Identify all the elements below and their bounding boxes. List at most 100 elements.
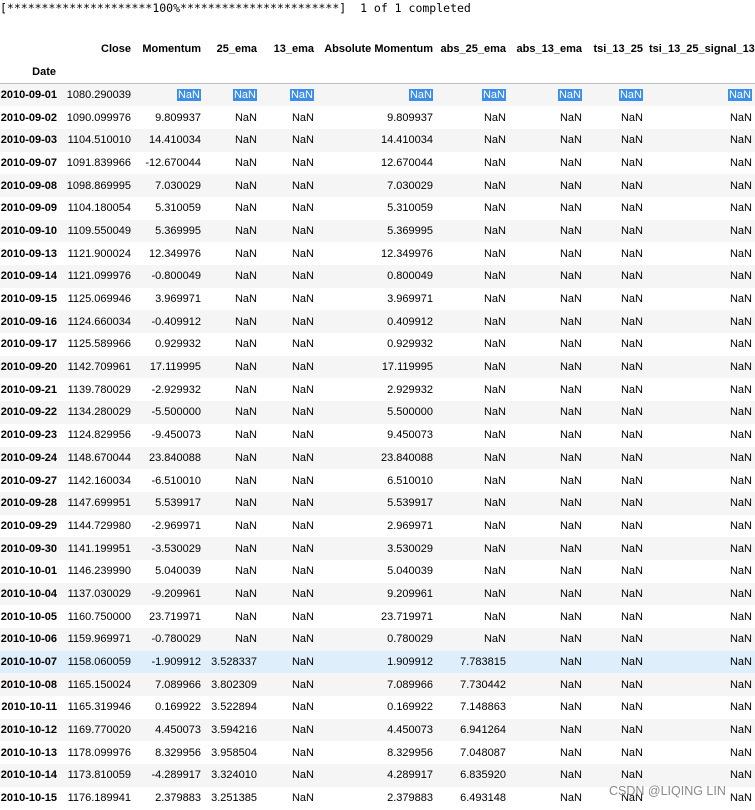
table-cell: 1091.839966: [66, 156, 131, 169]
table-cell: NaN: [291, 633, 314, 646]
table-cell: NaN: [620, 633, 643, 646]
table-row: 2010-09-10 1109.550049 5.369995 NaN NaN 5.369…: [0, 219, 755, 243]
table-cell: NaN: [620, 293, 643, 306]
table-cell: NaN: [234, 156, 257, 169]
table-cell: NaN: [620, 474, 643, 487]
table-cell: NaN: [559, 519, 582, 532]
table-cell: NaN: [729, 656, 752, 669]
table-cell: NaN: [436, 84, 509, 107]
progress-bar-right: ***********************]: [180, 1, 347, 15]
table-cell: NaN: [559, 315, 582, 328]
table-cell: NaN: [483, 565, 506, 578]
table-row: 2010-10-01 1146.239990 5.040039 NaN NaN 5.040…: [0, 560, 755, 583]
table-cell: 2.969971: [387, 519, 433, 532]
table-row: 2010-09-07 1091.839966 -12.670044 NaN NaN 12.…: [0, 152, 755, 175]
table-cell: NaN: [729, 565, 752, 578]
table-row: 2010-10-07 1158.060059 -1.909912 3.528337 Na…: [0, 650, 755, 674]
table-cell: 3.522894: [211, 701, 257, 714]
selected-cell-text: NaN: [727, 89, 752, 102]
table-cell: NaN: [620, 270, 643, 283]
column-header: 25_ema: [216, 42, 257, 55]
column-header: Absolute Momentum: [324, 42, 433, 55]
table-cell: 23.719971: [149, 610, 201, 623]
index-name-header: Date: [0, 60, 59, 84]
table-cell: 0.169922: [155, 701, 201, 714]
table-cell: NaN: [559, 293, 582, 306]
table-cell: NaN: [291, 224, 314, 237]
table-cell: NaN: [729, 633, 752, 646]
table-cell: 8.329956: [155, 746, 201, 759]
table-cell: NaN: [234, 315, 257, 328]
table-cell: NaN: [559, 792, 582, 805]
table-cell: NaN: [559, 361, 582, 374]
table-cell: 7.030029: [387, 179, 433, 192]
table-cell: NaN: [234, 451, 257, 464]
table-cell: 2.929932: [387, 383, 433, 396]
table-cell: NaN: [291, 474, 314, 487]
table-cell: 1148.670044: [67, 451, 131, 464]
table-cell: NaN: [483, 429, 506, 442]
table-cell: NaN: [483, 519, 506, 532]
row-index-date: 2010-09-16: [0, 315, 57, 328]
table-cell: 1146.239990: [67, 565, 131, 578]
table-row: 2010-09-29 1144.729980 -2.969971 NaN NaN 2.96…: [0, 515, 755, 538]
row-index-date: 2010-09-30: [0, 542, 57, 555]
table-cell: NaN: [620, 338, 643, 351]
table-cell: NaN: [291, 565, 314, 578]
table-cell: NaN: [559, 610, 582, 623]
column-header-row: Close Momentum 25_ema 13_ema Absolute Mo…: [0, 37, 755, 60]
table-cell: NaN: [134, 84, 204, 107]
table-cell: NaN: [729, 678, 752, 691]
column-header: Close: [101, 42, 131, 55]
table-cell: NaN: [729, 247, 752, 260]
table-cell: 23.840088: [149, 451, 201, 464]
row-index-date: 2010-10-08: [0, 678, 57, 691]
table-cell: NaN: [291, 134, 314, 147]
table-cell: NaN: [559, 406, 582, 419]
table-cell: 3.969971: [155, 293, 201, 306]
table-cell: 1121.099976: [67, 270, 131, 283]
table-cell: 0.929932: [387, 338, 433, 351]
table-cell: 1124.660034: [67, 315, 131, 328]
table-cell: NaN: [559, 542, 582, 555]
table-row: 2010-09-09 1104.180054 5.310059 NaN NaN 5.310…: [0, 197, 755, 220]
table-cell: 1147.699951: [67, 497, 131, 510]
table-cell: NaN: [483, 156, 506, 169]
table-cell: 0.409912: [387, 315, 433, 328]
table-cell: 4.289917: [387, 769, 433, 782]
table-cell: NaN: [234, 383, 257, 396]
table-row: 2010-09-14 1121.099976 -0.800049 NaN NaN 0.80…: [0, 265, 755, 288]
table-cell: NaN: [559, 134, 582, 147]
column-header: 13_ema: [273, 42, 314, 55]
table-cell: 7.730442: [460, 678, 506, 691]
table-cell: 5.539917: [155, 497, 201, 510]
table-cell: NaN: [234, 565, 257, 578]
row-index-date: 2010-10-06: [0, 633, 57, 646]
table-cell: NaN: [291, 202, 314, 215]
table-cell: NaN: [483, 542, 506, 555]
dataframe-table: Close Momentum 25_ema 13_ema Absolute Mo…: [0, 37, 755, 810]
table-cell: 1141.199951: [67, 542, 131, 555]
table-cell: NaN: [729, 406, 752, 419]
table-cell: 1104.510010: [67, 134, 131, 147]
table-cell: NaN: [559, 111, 582, 124]
table-body: 2010-09-01 1080.290039 NaN NaN NaN NaN NaN NaN N…: [0, 83, 755, 810]
table-cell: 1173.810059: [67, 769, 131, 782]
table-cell: NaN: [291, 451, 314, 464]
table-cell: NaN: [620, 156, 643, 169]
table-cell: NaN: [291, 746, 314, 759]
table-cell: NaN: [729, 610, 752, 623]
table-cell: NaN: [729, 224, 752, 237]
table-cell: NaN: [620, 542, 643, 555]
row-index-date: 2010-09-03: [0, 134, 57, 147]
table-cell: 7.048087: [460, 746, 506, 759]
table-cell: NaN: [234, 633, 257, 646]
table-cell: -9.209961: [151, 587, 201, 600]
row-index-date: 2010-09-08: [0, 179, 57, 192]
table-row: 2010-09-28 1147.699951 5.539917 NaN NaN 5.539…: [0, 491, 755, 515]
table-cell: -9.450073: [151, 429, 201, 442]
table-cell: 0.169922: [387, 701, 433, 714]
table-cell: 2.379883: [155, 792, 201, 805]
table-row: 2010-09-24 1148.670044 23.840088 NaN NaN 23.8…: [0, 446, 755, 470]
table-cell: -0.780029: [151, 633, 201, 646]
